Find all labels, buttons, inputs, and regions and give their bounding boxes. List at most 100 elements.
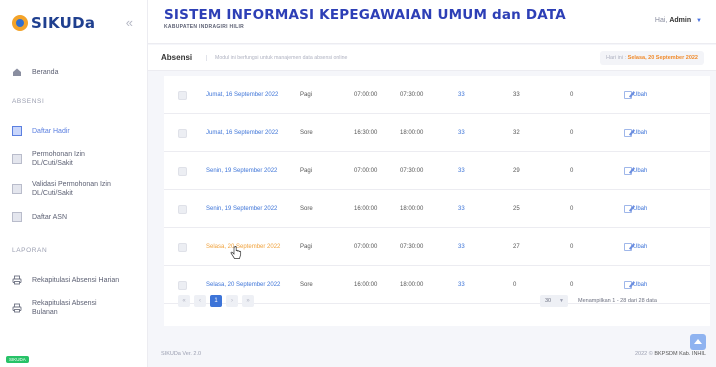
sidebar-item-validasi-izin[interactable]: Validasi Permohonan Izin DL/Cuti/Sakit bbox=[0, 175, 147, 203]
table-cell: 07:30:00 bbox=[400, 152, 423, 190]
table-cell: Ubah bbox=[624, 190, 647, 228]
row-checkbox[interactable] bbox=[178, 204, 187, 214]
row-checkbox[interactable] bbox=[178, 280, 187, 290]
page-subheader: Absensi Modul ini berfungsi untuk manaje… bbox=[148, 45, 716, 71]
pagination-summary: Menampilkan 1 - 28 dari 28 data bbox=[578, 298, 657, 304]
sidebar-item-label: Daftar ASN bbox=[32, 213, 68, 221]
row-checkbox[interactable] bbox=[178, 242, 187, 252]
footer-version: SIKUDa Ver. 2.0 bbox=[161, 351, 202, 357]
sidebar-item-label: Permohonan Izin DL/Cuti/Sakit bbox=[32, 151, 85, 167]
sidebar-item-rekap-harian[interactable]: Rekapitulasi Absensi Harian bbox=[0, 268, 147, 292]
row-total-link[interactable]: 33 bbox=[458, 282, 465, 288]
row-date-link[interactable]: Selasa, 20 September 2022 bbox=[206, 281, 286, 289]
row-session: Pagi bbox=[300, 244, 313, 250]
row-checkbox[interactable] bbox=[178, 128, 187, 138]
row-date-link[interactable]: Jumat, 16 September 2022 bbox=[206, 129, 286, 137]
row-session: Pagi bbox=[300, 92, 313, 98]
sidebar-item-permohonan-izin[interactable]: Permohonan Izin DL/Cuti/Sakit bbox=[0, 145, 147, 173]
table-row: Jumat, 16 September 2022 Pagi 07:00:00 07:3… bbox=[164, 76, 710, 114]
row-date-link[interactable]: Selasa, 20 September 2022 bbox=[206, 243, 286, 251]
next-page-button[interactable]: › bbox=[226, 295, 238, 307]
sidebar-item-beranda[interactable]: Beranda bbox=[0, 60, 147, 84]
row-checkbox[interactable] bbox=[178, 166, 187, 176]
table-cell: Jumat, 16 September 2022 bbox=[206, 114, 286, 152]
table-cell: 07:00:00 bbox=[354, 152, 377, 190]
row-total-link[interactable]: 33 bbox=[458, 168, 465, 174]
edit-button[interactable]: Ubah bbox=[624, 205, 647, 213]
sidebar-item-daftar-asn[interactable]: Daftar ASN bbox=[0, 205, 147, 229]
sidebar-item-label: Beranda bbox=[32, 68, 59, 76]
page-button-current[interactable]: 1 bbox=[210, 295, 222, 307]
row-total-link[interactable]: 33 bbox=[458, 130, 465, 136]
edit-button[interactable]: Ubah bbox=[624, 91, 647, 99]
chevron-down-icon: ▼ bbox=[696, 18, 702, 24]
sidebar-collapse-icon[interactable]: « bbox=[126, 15, 133, 30]
edit-button[interactable]: Ubah bbox=[624, 281, 647, 289]
row-total-link[interactable]: 33 bbox=[458, 92, 465, 98]
edit-button[interactable]: Ubah bbox=[624, 129, 647, 137]
edit-label: Ubah bbox=[633, 92, 648, 98]
table-cell bbox=[178, 76, 187, 114]
today-date: Hari ini : Selasa, 20 September 2022 bbox=[599, 51, 704, 65]
edit-label: Ubah bbox=[633, 282, 648, 288]
table-row: Senin, 19 September 2022 Pagi 07:00:00 07:3… bbox=[164, 152, 710, 190]
sidebar-item-rekap-bulanan[interactable]: Rekapitulasi Absensi Bulanan bbox=[0, 294, 147, 322]
sidebar-item-label: Rekapitulasi Absensi Bulanan bbox=[32, 300, 97, 316]
row-date-link[interactable]: Jumat, 16 September 2022 bbox=[206, 91, 286, 99]
row-start-time: 07:00:00 bbox=[354, 92, 378, 98]
pagination: « ‹ 1 › » bbox=[178, 295, 254, 307]
table-cell: 07:30:00 bbox=[400, 76, 423, 114]
per-page-select[interactable]: 30 ▼ bbox=[540, 295, 568, 307]
prev-page-button[interactable]: ‹ bbox=[194, 295, 206, 307]
table-cell: 16:30:00 bbox=[354, 114, 377, 152]
per-page-value: 30 bbox=[545, 298, 552, 304]
form-icon bbox=[12, 154, 22, 164]
print-icon bbox=[12, 303, 22, 313]
row-total-link[interactable]: 33 bbox=[458, 244, 465, 250]
row-end-time: 07:30:00 bbox=[400, 92, 424, 98]
brand[interactable]: SIKUDa « bbox=[0, 0, 147, 46]
table-cell: 18:00:00 bbox=[400, 266, 423, 304]
table-cell: 0 bbox=[570, 76, 573, 114]
sidebar-item-label: Daftar Hadir bbox=[32, 127, 70, 135]
print-icon bbox=[12, 275, 22, 285]
row-present-count: 32 bbox=[513, 130, 520, 136]
row-present-count: 29 bbox=[513, 168, 520, 174]
table-cell: 07:00:00 bbox=[354, 228, 377, 266]
row-session: Pagi bbox=[300, 168, 313, 174]
top-header: SISTEM INFORMASI KEPEGAWAIAN UMUM dan DA… bbox=[148, 0, 716, 44]
table-cell: 33 bbox=[458, 114, 465, 152]
row-date-link[interactable]: Senin, 19 September 2022 bbox=[206, 205, 286, 213]
last-page-button[interactable]: » bbox=[242, 295, 254, 307]
table-cell: Ubah bbox=[624, 76, 647, 114]
sidebar-menu: Beranda ABSENSI Daftar Hadir Permohonan … bbox=[0, 46, 147, 322]
sidebar-item-label: Rekapitulasi Absensi Harian bbox=[32, 276, 120, 284]
scroll-to-top-button[interactable] bbox=[690, 334, 706, 350]
edit-button[interactable]: Ubah bbox=[624, 243, 647, 251]
section-label-laporan: LAPORAN bbox=[12, 247, 48, 254]
first-page-button[interactable]: « bbox=[178, 295, 190, 307]
table-cell: 18:00:00 bbox=[400, 190, 423, 228]
system-subtitle: KABUPATEN INDRAGIRI HILIR bbox=[164, 24, 245, 30]
table-cell: 33 bbox=[458, 190, 465, 228]
row-checkbox[interactable] bbox=[178, 90, 187, 100]
row-end-time: 18:00:00 bbox=[400, 282, 424, 288]
user-menu[interactable]: Hai, Admin ▼ bbox=[655, 17, 702, 24]
table-cell: Pagi bbox=[300, 76, 312, 114]
row-session: Sore bbox=[300, 206, 313, 212]
row-end-time: 07:30:00 bbox=[400, 244, 424, 250]
list-icon bbox=[12, 126, 22, 136]
row-total-link[interactable]: 33 bbox=[458, 206, 465, 212]
row-absent-count: 0 bbox=[570, 92, 574, 98]
row-date-link[interactable]: Senin, 19 September 2022 bbox=[206, 167, 286, 175]
row-end-time: 18:00:00 bbox=[400, 130, 424, 136]
edit-label: Ubah bbox=[633, 168, 648, 174]
table-cell bbox=[178, 114, 187, 152]
edit-button[interactable]: Ubah bbox=[624, 167, 647, 175]
table-cell: Ubah bbox=[624, 114, 647, 152]
sidebar-item-daftar-hadir[interactable]: Daftar Hadir bbox=[0, 119, 147, 143]
edit-icon bbox=[624, 205, 632, 213]
table-cell: Senin, 19 September 2022 bbox=[206, 190, 286, 228]
copyright-org: BKPSDM Kab. INHIL bbox=[654, 351, 706, 357]
table-cell: 33 bbox=[458, 266, 465, 304]
